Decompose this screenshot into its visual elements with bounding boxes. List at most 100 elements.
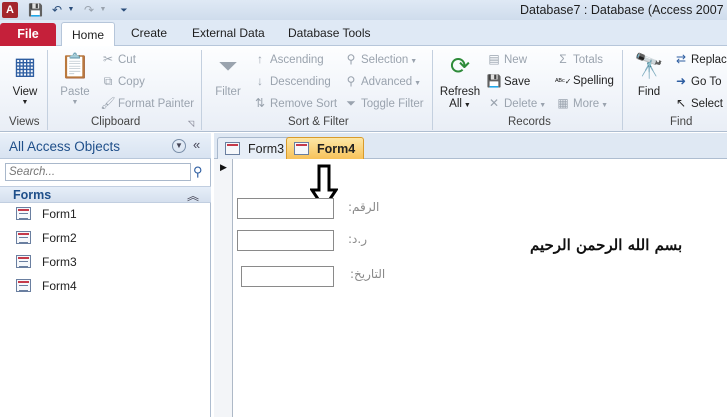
form-icon: [16, 207, 31, 220]
forms-section-header[interactable]: Forms ︽: [0, 186, 211, 203]
paste-dropdown-icon: ▼: [71, 99, 79, 106]
doc-tab-form4[interactable]: Form4: [286, 137, 365, 159]
save-icon[interactable]: 💾: [28, 3, 43, 17]
find-button[interactable]: 🔭 Find: [634, 52, 664, 98]
format-painter-icon: 🖌: [100, 96, 116, 110]
nav-dropdown-icon[interactable]: ▼: [172, 139, 186, 153]
doc-tab-label: Form3: [248, 142, 285, 156]
cut-icon: ✂: [102, 52, 114, 66]
doc-tab-label: Form4: [317, 142, 356, 156]
spelling-button[interactable]: ᴬᴮᶜ✓ Spelling: [555, 72, 614, 90]
redo-dropdown-icon[interactable]: ▼: [96, 3, 110, 17]
window-title: Database7 : Database (Access 2007 - 20: [520, 3, 727, 17]
group-label-views: Views: [9, 116, 40, 128]
nav-pane-header[interactable]: All Access Objects ▼ «: [0, 133, 211, 159]
rd-field[interactable]: [237, 230, 334, 251]
collapse-nav-icon[interactable]: «: [193, 137, 200, 152]
date-field[interactable]: [241, 266, 334, 287]
delete-record-button[interactable]: ✕ Delete ▼: [486, 94, 546, 112]
nav-search-input[interactable]: [5, 163, 191, 181]
forms-section-title: Forms: [13, 188, 52, 202]
search-icon[interactable]: ⚲: [193, 164, 203, 180]
form-icon: [16, 279, 31, 292]
paste-icon: 📋: [60, 53, 90, 80]
refresh-label: Refresh: [439, 86, 481, 98]
goto-arrow-icon: ➜: [675, 74, 687, 88]
title-bar: A 💾 ↶ ▼ ↷ ▼ ⏷ Database7 : Database (Acce…: [0, 0, 727, 20]
descending-button[interactable]: ↓ Descending: [252, 72, 331, 90]
undo-dropdown-icon[interactable]: ▼: [64, 3, 78, 17]
collapse-section-icon[interactable]: ︽: [187, 187, 199, 204]
nav-pane-title[interactable]: All Access Objects: [9, 139, 120, 154]
ribbon-tab-row: File Home Create External Data Database …: [0, 20, 727, 47]
delete-label: Delete: [504, 98, 538, 110]
form-icon: [16, 255, 31, 268]
more-button[interactable]: ▦ More ▼: [555, 94, 608, 112]
delete-dropdown-icon: ▼: [537, 102, 547, 109]
filter-button[interactable]: ⏷ Filter: [211, 52, 245, 98]
refresh-icon: ⟳: [449, 53, 471, 80]
tab-create[interactable]: Create: [131, 26, 167, 40]
selection-label: Selection: [361, 54, 409, 66]
group-separator: [622, 50, 623, 130]
group-separator: [432, 50, 433, 130]
select-button[interactable]: ↖ Select: [673, 94, 723, 112]
access-app-icon[interactable]: A: [2, 2, 18, 18]
new-record-icon: ▤: [488, 52, 500, 66]
copy-button[interactable]: ⧉ Copy: [100, 72, 145, 90]
customize-qat-icon[interactable]: ⏷: [117, 3, 131, 17]
toggle-filter-button[interactable]: ⏷ Toggle Filter: [343, 94, 423, 112]
record-selector[interactable]: ▶: [214, 159, 233, 417]
clipboard-launcher-icon[interactable]: ◹: [188, 119, 194, 128]
group-separator: [47, 50, 48, 130]
nav-item-form3[interactable]: Form3: [0, 251, 209, 273]
new-record-button[interactable]: ▤ New: [486, 50, 527, 68]
nav-item-form2[interactable]: Form2: [0, 227, 209, 249]
nav-item-label: Form2: [42, 231, 77, 245]
spelling-label: Spelling: [573, 75, 614, 87]
tab-external-data[interactable]: External Data: [192, 26, 265, 40]
more-dropdown-icon: ▼: [599, 102, 609, 109]
view-button[interactable]: ▦ View ▼: [8, 52, 42, 106]
remove-sort-button[interactable]: ⇅ Remove Sort: [252, 94, 337, 112]
number-field[interactable]: [237, 198, 334, 219]
find-label: Find: [637, 86, 661, 98]
goto-button[interactable]: ➜ Go To: [673, 72, 722, 90]
redo-icon[interactable]: ↷: [82, 3, 96, 17]
tab-file[interactable]: File: [0, 23, 56, 46]
save-record-icon: 💾: [486, 74, 502, 88]
sort-ascending-icon: ↑: [257, 52, 263, 66]
form4-canvas: ▶ الرقم: ر.د: التاريخ: بسم الله الرحمن ا…: [214, 159, 727, 417]
rd-label: ر.د:: [348, 232, 367, 246]
nav-item-form1[interactable]: Form1: [0, 203, 209, 225]
totals-label: Totals: [573, 54, 604, 66]
replace-button[interactable]: ⇄ Replace: [673, 50, 727, 68]
form-icon: [16, 231, 31, 244]
nav-item-label: Form1: [42, 207, 77, 221]
nav-item-form4[interactable]: Form4: [0, 275, 209, 297]
group-label-records: Records: [508, 116, 551, 128]
totals-button[interactable]: Σ Totals: [555, 50, 603, 68]
advanced-button[interactable]: ⚲ Advanced ▼: [343, 72, 421, 90]
descending-label: Descending: [270, 76, 331, 88]
paste-button[interactable]: 📋 Paste ▼: [58, 52, 92, 106]
refresh-all-button[interactable]: ⟳ Refresh All ▼: [439, 52, 481, 110]
selection-button[interactable]: ⚲ Selection ▼: [343, 50, 418, 68]
group-label-sort-filter: Sort & Filter: [288, 116, 349, 128]
save-record-button[interactable]: 💾 Save: [486, 72, 531, 90]
advanced-filter-icon: ⚲: [346, 74, 356, 88]
more-label: More: [573, 98, 600, 110]
current-record-arrow-icon: ▶: [220, 162, 227, 172]
cut-button[interactable]: ✂ Cut: [100, 50, 136, 68]
ascending-button[interactable]: ↑ Ascending: [252, 50, 324, 68]
tab-database-tools[interactable]: Database Tools: [288, 26, 371, 40]
undo-icon[interactable]: ↶: [50, 3, 64, 17]
number-label: الرقم:: [348, 200, 380, 214]
view-dropdown-icon: ▼: [21, 99, 29, 106]
view-icon: ▦: [13, 53, 37, 80]
tab-home[interactable]: Home: [61, 22, 116, 47]
advanced-dropdown-icon: ▼: [412, 80, 422, 87]
format-painter-button[interactable]: 🖌 Format Painter: [100, 94, 194, 112]
doc-tab-form3[interactable]: Form3: [217, 137, 294, 159]
group-label-clipboard: Clipboard: [91, 116, 141, 128]
